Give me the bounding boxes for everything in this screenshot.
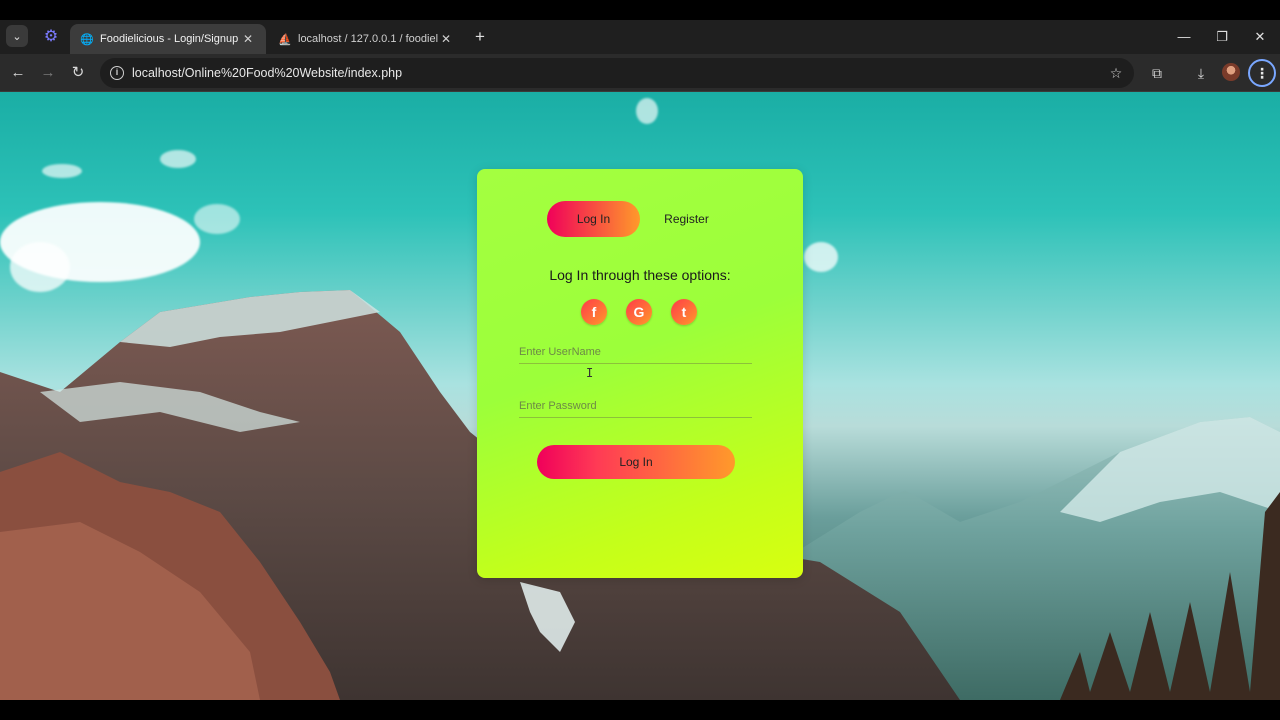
password-input[interactable] xyxy=(519,394,752,418)
site-info-icon[interactable]: i xyxy=(110,66,124,80)
profile-avatar[interactable] xyxy=(1222,63,1240,81)
extensions-puzzle-icon[interactable]: ⧉ xyxy=(1146,62,1168,84)
tab-strip: ⌄ ⚙ 🌐 Foodielicious - Login/Signup ✕ ⛵ l… xyxy=(0,20,1280,54)
tab-search-button[interactable]: ⌄ xyxy=(6,25,28,47)
login-submit-button[interactable]: Log In xyxy=(537,445,735,479)
screen-top-bar xyxy=(0,0,1280,20)
text-cursor-icon: I xyxy=(586,366,594,380)
screen-bottom-bar xyxy=(0,700,1280,720)
back-arrow-icon[interactable]: ← xyxy=(7,62,29,84)
tab-title: localhost / 127.0.0.1 / foodielicious xyxy=(298,33,438,45)
new-tab-plus-icon[interactable]: + xyxy=(470,28,490,48)
close-icon[interactable]: ✕ xyxy=(438,31,454,47)
google-icon[interactable]: G xyxy=(626,299,652,325)
address-url[interactable]: localhost/Online%20Food%20Website/index.… xyxy=(132,66,1106,80)
window-close-icon[interactable]: ✕ xyxy=(1249,27,1271,47)
username-input[interactable] xyxy=(519,340,752,364)
login-card: Log In Register Log In through these opt… xyxy=(477,169,803,578)
tab-title: Foodielicious - Login/Signup xyxy=(100,33,239,45)
reload-icon[interactable]: ↻ xyxy=(67,62,89,84)
chevron-down-icon: ⌄ xyxy=(12,30,22,43)
address-bar[interactable]: i localhost/Online%20Food%20Website/inde… xyxy=(100,58,1134,88)
download-icon[interactable]: ⤓ xyxy=(1190,62,1212,84)
tab-foodielicious[interactable]: 🌐 Foodielicious - Login/Signup ✕ xyxy=(70,24,266,54)
page-viewport: Log In Register Log In through these opt… xyxy=(0,92,1280,700)
restore-icon[interactable]: ❐ xyxy=(1211,27,1233,47)
facebook-icon[interactable]: f xyxy=(581,299,607,325)
globe-favicon-icon: 🌐 xyxy=(80,33,94,46)
extension-gear-icon[interactable]: ⚙ xyxy=(42,28,60,46)
tab-phpmyadmin[interactable]: ⛵ localhost / 127.0.0.1 / foodielicious … xyxy=(268,24,464,54)
social-options-title: Log In through these options: xyxy=(549,267,731,283)
toggle-login-button[interactable]: Log In xyxy=(547,201,640,237)
minimize-icon[interactable]: — xyxy=(1173,27,1195,47)
social-login-icons: f G t xyxy=(581,299,701,325)
auth-toggle: Log In Register xyxy=(547,201,733,237)
toggle-register-button[interactable]: Register xyxy=(640,201,733,237)
phpmyadmin-favicon-icon: ⛵ xyxy=(278,33,292,46)
browser-toolbar: ← → ↻ i localhost/Online%20Food%20Websit… xyxy=(0,54,1280,92)
twitter-icon[interactable]: t xyxy=(671,299,697,325)
forward-arrow-icon[interactable]: → xyxy=(37,62,59,84)
bookmark-star-icon[interactable]: ☆ xyxy=(1106,65,1126,82)
kebab-menu-icon[interactable]: ⋮ xyxy=(1248,59,1276,87)
close-icon[interactable]: ✕ xyxy=(240,31,256,47)
